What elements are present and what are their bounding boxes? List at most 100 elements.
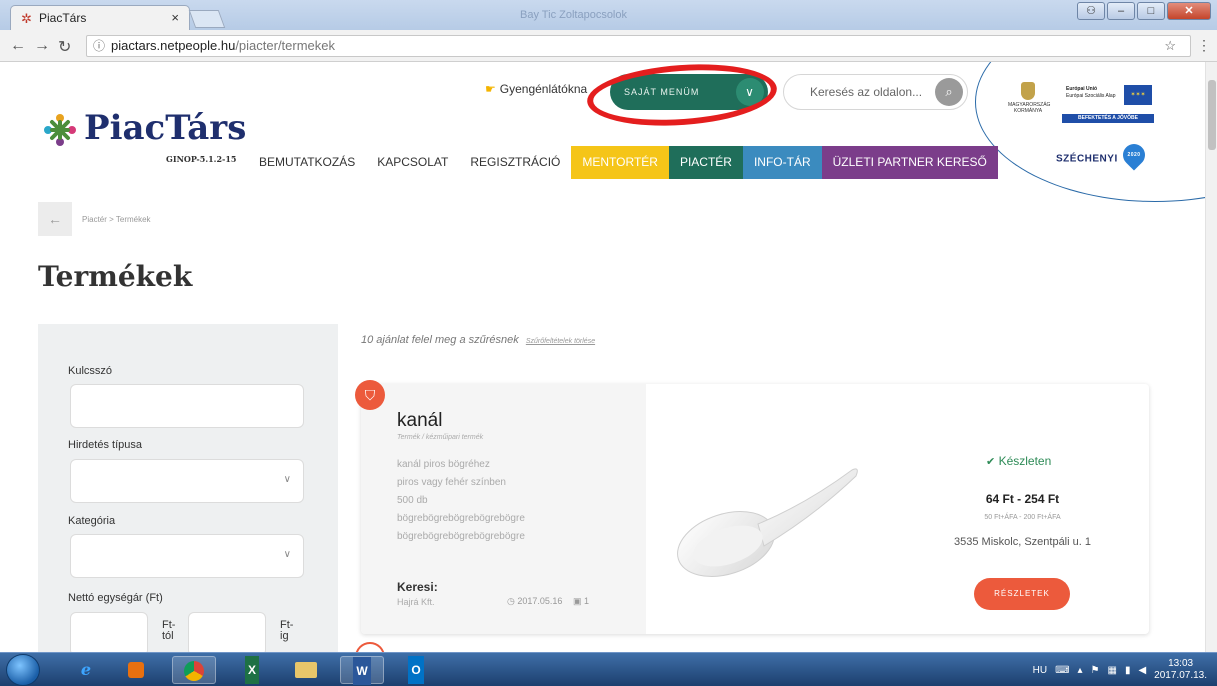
- keresi-label: Keresi:: [397, 580, 438, 594]
- window-controls: ⚇ – □ ✕: [1077, 2, 1211, 20]
- keyboard-icon[interactable]: ⌨: [1055, 665, 1069, 676]
- network-icon[interactable]: ▦: [1108, 665, 1117, 676]
- excel-icon[interactable]: X: [230, 656, 274, 684]
- url-field[interactable]: ⓘ piactars.netpeople.hu/piacter/termekek…: [86, 35, 1191, 57]
- coat-of-arms-icon: [1021, 82, 1035, 100]
- maximize-icon[interactable]: □: [1137, 2, 1165, 20]
- new-tab-button[interactable]: [188, 10, 226, 28]
- nav-item-bemutatkozas[interactable]: BEMUTATKOZÁS: [248, 146, 366, 179]
- stock-status: ✔ Készleten: [986, 454, 1051, 468]
- url-domain: piactars.netpeople.hu: [111, 38, 236, 53]
- start-button[interactable]: [6, 654, 40, 686]
- clear-filters-link[interactable]: Szűrőfeltételek törlése: [526, 338, 595, 345]
- price-from-input[interactable]: [70, 612, 148, 652]
- product-card[interactable]: kanál Termék / kézműipari termék kanál p…: [361, 384, 1149, 634]
- browser-menu-icon[interactable]: ⋮: [1197, 37, 1211, 54]
- chrome-icon[interactable]: [172, 656, 216, 684]
- product-description: kanál piros bögréhez piros vagy fehér sz…: [397, 459, 525, 542]
- ad-type-select[interactable]: ∨: [70, 459, 304, 503]
- product-address: 3535 Miskolc, Szentpáli u. 1: [954, 536, 1091, 548]
- url-path: /piacter/termekek: [235, 38, 336, 53]
- nav-item-info-tar[interactable]: INFO-TÁR: [742, 146, 822, 179]
- price-to-input[interactable]: [188, 612, 266, 652]
- nav-item-kapcsolat[interactable]: KAPCSOLAT: [366, 146, 459, 179]
- product-price-vat: 50 Ft+ÁFA - 200 Ft+ÁFA: [984, 514, 1061, 521]
- user-icon[interactable]: ⚇: [1077, 2, 1105, 20]
- forward-arrow-icon[interactable]: →: [34, 37, 50, 55]
- volume-icon[interactable]: ◀: [1138, 665, 1146, 676]
- eu-title: Európai Unió: [1066, 86, 1098, 92]
- scrollbar-thumb[interactable]: [1208, 80, 1216, 150]
- shopping-bag-icon: ⛉: [355, 380, 385, 410]
- clock-date: 2017.07.13.: [1154, 670, 1207, 681]
- product-price-panel: ✔ Készleten 64 Ft - 254 Ft 50 Ft+ÁFA - 2…: [896, 384, 1149, 634]
- main-navigation: BEMUTATKOZÁS KAPCSOLAT REGISZTRÁCIÓ MENT…: [248, 146, 998, 179]
- price-to-unit: Ft- ig: [280, 619, 294, 642]
- tab-title: PiacTárs: [39, 11, 87, 25]
- page-title: Termékek: [38, 260, 193, 293]
- outlook-icon[interactable]: O: [394, 656, 438, 684]
- details-button[interactable]: RÉSZLETEK: [974, 578, 1070, 610]
- page-content: PiacTárs GINOP-5.1.2-15 ☛ Gyengénlátókna …: [0, 62, 1205, 652]
- ad-type-label: Hirdetés típusa: [68, 439, 142, 451]
- page-scrollbar[interactable]: [1205, 62, 1217, 652]
- price-from-unit: Ft- tól: [162, 619, 176, 642]
- product-price: 64 Ft - 254 Ft: [985, 492, 1060, 506]
- internet-explorer-icon[interactable]: e: [64, 656, 108, 684]
- action-center-icon[interactable]: ⚑: [1091, 665, 1100, 676]
- reload-icon[interactable]: ↻: [58, 37, 71, 57]
- accessibility-link[interactable]: ☛ Gyengénlátókna: [485, 82, 587, 96]
- seller-name: Hajrá Kft.: [397, 597, 435, 607]
- product-category: Termék / kézműipari termék: [397, 434, 484, 441]
- eu-band: BEFEKTETÉS A JÖVŐBE: [1062, 114, 1154, 123]
- breadcrumb: Piactér > Termékek: [82, 215, 151, 224]
- category-select[interactable]: ∨: [70, 534, 304, 578]
- results-summary: 10 ajánlat felel meg a szűrésnek Szűrőfe…: [361, 334, 595, 346]
- bookmark-star-icon[interactable]: ☆: [1164, 36, 1176, 56]
- product-image[interactable]: [646, 384, 896, 634]
- filter-panel: Kulcsszó Hirdetés típusa ∨ Kategória ∨ N…: [38, 324, 338, 652]
- szechenyi-label: SZÉCHENYI: [1056, 153, 1118, 165]
- signal-icon[interactable]: ▮: [1125, 665, 1131, 676]
- window-title: Bay Tic Zoltapocsolok: [520, 9, 627, 21]
- spoon-image: [677, 468, 858, 577]
- nav-item-uzleti-partner-kereso[interactable]: ÜZLETI PARTNER KERESŐ: [821, 146, 998, 179]
- nav-item-piacter[interactable]: PIACTÉR: [668, 146, 743, 179]
- government-logo: MAGYARORSZÁG KORMÁNYA: [1008, 82, 1050, 114]
- info-icon[interactable]: ⓘ: [93, 36, 105, 56]
- hand-icon: ☛: [485, 82, 496, 96]
- piactars-logo-icon: [44, 114, 76, 146]
- clock-icon: ◷: [507, 596, 515, 606]
- browser-titlebar: ✲ PiacTárs × Bay Tic Zoltapocsolok ⚇ – □…: [0, 0, 1217, 30]
- back-arrow-icon[interactable]: ←: [10, 37, 26, 55]
- eu-flag-icon: ✶✶✶: [1124, 85, 1152, 105]
- back-button[interactable]: ←: [38, 202, 72, 236]
- tray-expand-icon[interactable]: ▴: [1078, 665, 1083, 676]
- media-player-icon[interactable]: [114, 656, 158, 684]
- tab-close-icon[interactable]: ×: [171, 10, 179, 25]
- chevron-down-icon: ∨: [283, 474, 291, 485]
- file-explorer-icon[interactable]: [284, 656, 328, 684]
- product-title[interactable]: kanál: [397, 410, 442, 432]
- product-meta: ◷ 2017.05.16 ▣ 1: [507, 596, 589, 607]
- next-card-bag-icon: [355, 642, 385, 652]
- close-window-icon[interactable]: ✕: [1167, 2, 1211, 20]
- nav-item-regisztracio[interactable]: REGISZTRÁCIÓ: [459, 146, 571, 179]
- language-indicator[interactable]: HU: [1033, 665, 1047, 676]
- stock-label: Készleten: [998, 454, 1052, 468]
- address-bar-row: ← → ↻ ⓘ piactars.netpeople.hu/piacter/te…: [0, 30, 1217, 62]
- check-circle-icon: ✔: [986, 456, 996, 468]
- nav-item-mentorter[interactable]: MENTORTÉR: [571, 146, 669, 179]
- search-placeholder: Keresés az oldalon...: [810, 85, 923, 99]
- chevron-down-icon: ∨: [283, 549, 291, 560]
- product-info: kanál Termék / kézműipari termék kanál p…: [361, 384, 646, 634]
- site-search-input[interactable]: Keresés az oldalon... ⌕: [783, 74, 968, 110]
- word-icon[interactable]: W: [340, 656, 384, 685]
- location-pin-icon: 2020: [1118, 139, 1150, 171]
- search-icon[interactable]: ⌕: [935, 78, 963, 106]
- piactars-favicon-icon: ✲: [21, 11, 32, 26]
- keyword-input[interactable]: [70, 384, 304, 428]
- browser-tab[interactable]: ✲ PiacTárs ×: [10, 5, 190, 30]
- minimize-icon[interactable]: –: [1107, 2, 1135, 20]
- clock[interactable]: 13:03 2017.07.13.: [1154, 658, 1207, 682]
